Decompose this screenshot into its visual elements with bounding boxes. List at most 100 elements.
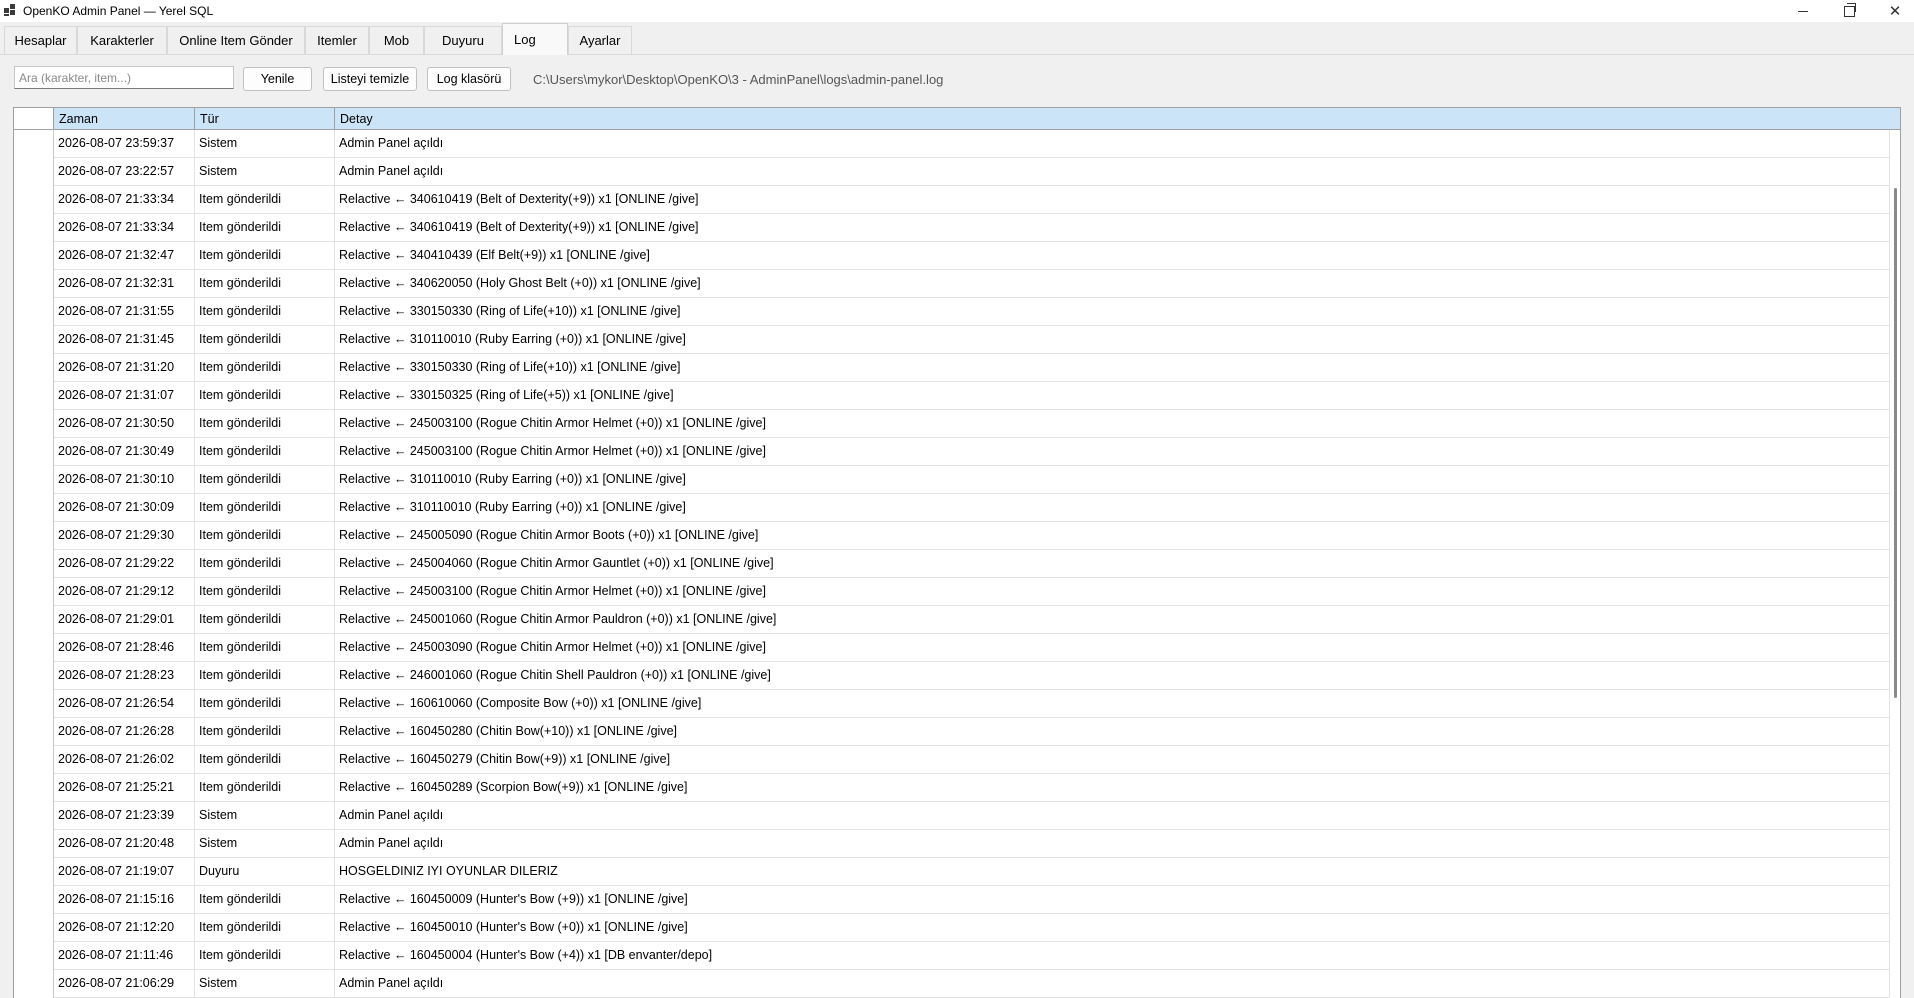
table-row[interactable]: 2026-08-07 21:28:46 Item gönderildi Relact…	[14, 634, 1890, 662]
row-header[interactable]	[14, 606, 54, 634]
table-row[interactable]: 2026-08-07 21:12:20 Item gönderildi Relact…	[14, 914, 1890, 942]
row-header[interactable]	[14, 662, 54, 690]
cell-tur: Item gönderildi	[195, 298, 335, 326]
table-row[interactable]: 2026-08-07 21:20:48 Sistem Admin Panel açı…	[14, 830, 1890, 858]
row-header[interactable]	[14, 802, 54, 830]
row-header[interactable]	[14, 578, 54, 606]
table-row[interactable]: 2026-08-07 21:32:31 Item gönderildi Relact…	[14, 270, 1890, 298]
table-row[interactable]: 2026-08-07 21:29:22 Item gönderildi Relact…	[14, 550, 1890, 578]
row-header[interactable]	[14, 522, 54, 550]
row-header[interactable]	[14, 326, 54, 354]
row-header[interactable]	[14, 550, 54, 578]
tab-karakterler[interactable]: Karakterler	[77, 26, 167, 54]
close-icon: ✕	[1888, 2, 1902, 20]
tab-itemler[interactable]: Itemler	[305, 26, 369, 54]
table-row[interactable]: 2026-08-07 23:59:37 Sistem Admin Panel açı…	[14, 130, 1890, 158]
row-header[interactable]	[14, 242, 54, 270]
row-header[interactable]	[14, 914, 54, 942]
row-header[interactable]	[14, 382, 54, 410]
row-header[interactable]	[14, 886, 54, 914]
table-row[interactable]: 2026-08-07 21:30:10 Item gönderildi Relact…	[14, 466, 1890, 494]
search-input[interactable]	[14, 66, 234, 89]
table-row[interactable]: 2026-08-07 21:26:02 Item gönderildi Relact…	[14, 746, 1890, 774]
table-row[interactable]: 2026-08-07 21:11:46 Item gönderildi Relact…	[14, 942, 1890, 970]
cell-tur: Item gönderildi	[195, 718, 335, 746]
row-header[interactable]	[14, 774, 54, 802]
table-row[interactable]: 2026-08-07 21:29:01 Item gönderildi Relact…	[14, 606, 1890, 634]
cell-detay: Relactive ← 160450280 (Chitin Bow(+10)) …	[335, 718, 1890, 746]
tab-mob[interactable]: Mob	[369, 26, 424, 54]
cell-zaman: 2026-08-07 23:59:37	[54, 130, 195, 158]
row-header[interactable]	[14, 494, 54, 522]
row-header[interactable]	[14, 186, 54, 214]
minimize-button[interactable]	[1780, 0, 1826, 22]
table-row[interactable]: 2026-08-07 21:26:28 Item gönderildi Relact…	[14, 718, 1890, 746]
column-header-tur[interactable]: Tür	[195, 108, 335, 130]
log-folder-button[interactable]: Log klasörü	[427, 67, 511, 91]
cell-zaman: 2026-08-07 21:33:34	[54, 186, 195, 214]
cell-tur: Item gönderildi	[195, 466, 335, 494]
cell-zaman: 2026-08-07 21:15:16	[54, 886, 195, 914]
table-row[interactable]: 2026-08-07 21:33:34 Item gönderildi Relact…	[14, 214, 1890, 242]
table-row[interactable]: 2026-08-07 23:22:57 Sistem Admin Panel açı…	[14, 158, 1890, 186]
row-header[interactable]	[14, 466, 54, 494]
column-header-zaman[interactable]: Zaman	[54, 108, 195, 130]
row-header[interactable]	[14, 158, 54, 186]
restore-button[interactable]	[1826, 0, 1872, 22]
row-header[interactable]	[14, 214, 54, 242]
scrollbar-thumb[interactable]	[1894, 188, 1897, 698]
table-row[interactable]: 2026-08-07 21:30:09 Item gönderildi Relact…	[14, 494, 1890, 522]
cell-tur: Item gönderildi	[195, 214, 335, 242]
row-header[interactable]	[14, 942, 54, 970]
cell-zaman: 2026-08-07 21:29:01	[54, 606, 195, 634]
table-row[interactable]: 2026-08-07 21:28:23 Item gönderildi Relact…	[14, 662, 1890, 690]
table-row[interactable]: 2026-08-07 21:15:16 Item gönderildi Relact…	[14, 886, 1890, 914]
row-header[interactable]	[14, 298, 54, 326]
tab-duyuru[interactable]: Duyuru	[424, 26, 502, 54]
row-header[interactable]	[14, 634, 54, 662]
table-row[interactable]: 2026-08-07 21:29:30 Item gönderildi Relact…	[14, 522, 1890, 550]
row-header[interactable]	[14, 410, 54, 438]
column-header-detay[interactable]: Detay	[335, 108, 1900, 130]
table-row[interactable]: 2026-08-07 21:19:07 Duyuru HOSGELDINIZ IYI…	[14, 858, 1890, 886]
cell-detay: Relactive ← 160450010 (Hunter's Bow (+0)…	[335, 914, 1890, 942]
log-table[interactable]: Zaman Tür Detay 2026-08-07 23:59:37 Siste…	[13, 107, 1901, 998]
refresh-button[interactable]: Yenile	[243, 67, 312, 91]
cell-detay: Relactive ← 160450004 (Hunter's Bow (+4)…	[335, 942, 1890, 970]
table-row[interactable]: 2026-08-07 21:31:07 Item gönderildi Relact…	[14, 382, 1890, 410]
table-row[interactable]: 2026-08-07 21:32:47 Item gönderildi Relact…	[14, 242, 1890, 270]
row-header[interactable]	[14, 438, 54, 466]
table-row[interactable]: 2026-08-07 21:31:20 Item gönderildi Relact…	[14, 354, 1890, 382]
row-header[interactable]	[14, 718, 54, 746]
table-row[interactable]: 2026-08-07 21:30:50 Item gönderildi Relact…	[14, 410, 1890, 438]
table-row[interactable]: 2026-08-07 21:30:49 Item gönderildi Relact…	[14, 438, 1890, 466]
table-row[interactable]: 2026-08-07 21:33:34 Item gönderildi Relact…	[14, 186, 1890, 214]
tab-log[interactable]: Log	[502, 23, 568, 55]
clear-list-button[interactable]: Listeyi temizle	[323, 67, 417, 91]
table-row[interactable]: 2026-08-07 21:06:29 Sistem Admin Panel açı…	[14, 970, 1890, 998]
cell-detay: Relactive ← 330150330 (Ring of Life(+10)…	[335, 354, 1890, 382]
table-row[interactable]: 2026-08-07 21:25:21 Item gönderildi Relact…	[14, 774, 1890, 802]
row-header[interactable]	[14, 130, 54, 158]
table-row[interactable]: 2026-08-07 21:26:54 Item gönderildi Relact…	[14, 690, 1890, 718]
row-header[interactable]	[14, 354, 54, 382]
row-header[interactable]	[14, 858, 54, 886]
table-row[interactable]: 2026-08-07 21:31:55 Item gönderildi Relact…	[14, 298, 1890, 326]
row-header[interactable]	[14, 830, 54, 858]
tab-online-item-gonder[interactable]: Online Item Gönder	[167, 26, 305, 54]
table-row[interactable]: 2026-08-07 21:23:39 Sistem Admin Panel açı…	[14, 802, 1890, 830]
table-row[interactable]: 2026-08-07 21:29:12 Item gönderildi Relact…	[14, 578, 1890, 606]
row-header[interactable]	[14, 746, 54, 774]
cell-tur: Sistem	[195, 130, 335, 158]
row-header[interactable]	[14, 970, 54, 998]
row-header[interactable]	[14, 270, 54, 298]
tab-ayarlar[interactable]: Ayarlar	[568, 26, 632, 54]
close-button[interactable]: ✕	[1872, 0, 1914, 22]
cell-tur: Item gönderildi	[195, 550, 335, 578]
cell-zaman: 2026-08-07 21:29:22	[54, 550, 195, 578]
cell-detay: Admin Panel açıldı	[335, 830, 1890, 858]
cell-tur: Item gönderildi	[195, 186, 335, 214]
table-row[interactable]: 2026-08-07 21:31:45 Item gönderildi Relact…	[14, 326, 1890, 354]
tab-hesaplar[interactable]: Hesaplar	[4, 26, 77, 54]
row-header[interactable]	[14, 690, 54, 718]
